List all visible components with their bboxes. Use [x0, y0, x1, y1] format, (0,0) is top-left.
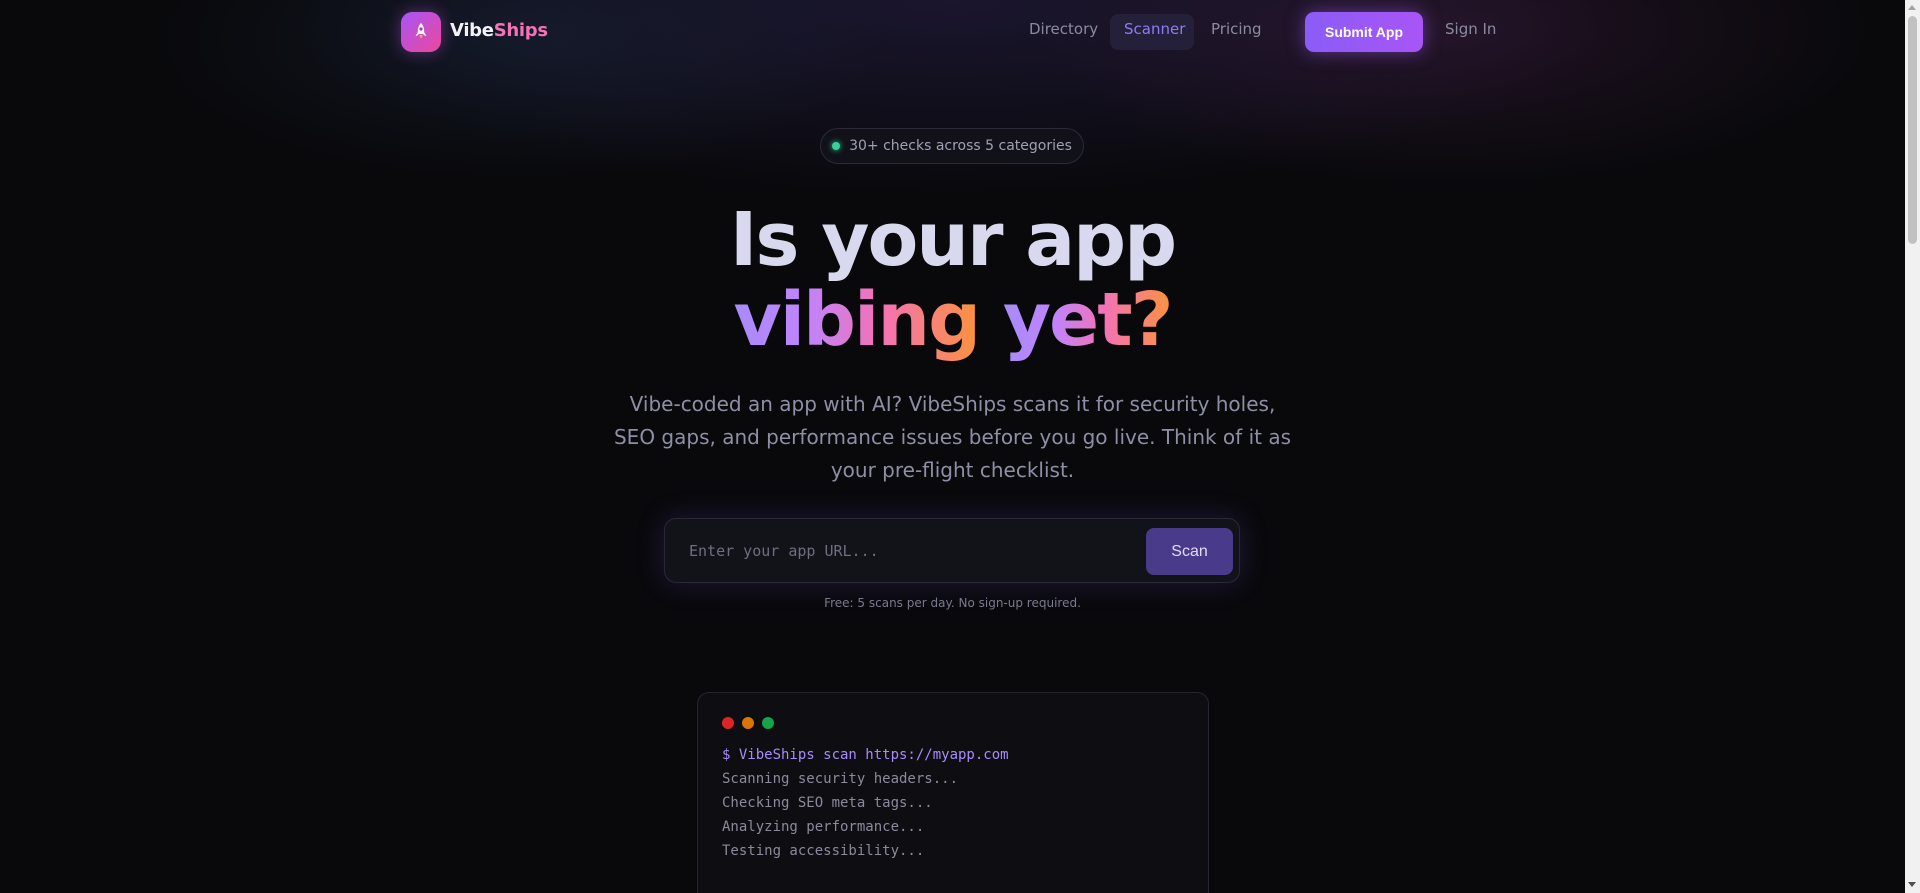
- scan-button[interactable]: Scan: [1146, 528, 1233, 575]
- terminal-line: Scanning security headers...: [722, 771, 959, 787]
- close-dot-icon: [722, 717, 734, 729]
- top-navigation: VibeShips Directory Scanner Pricing Subm…: [0, 0, 1905, 64]
- page-scrollbar[interactable]: [1905, 0, 1920, 893]
- terminal-preview: $ VibeShips scan https://myapp.com Scann…: [697, 692, 1209, 893]
- logo-badge[interactable]: [401, 12, 441, 52]
- nav-link-directory[interactable]: Directory: [1029, 20, 1098, 38]
- hero-title-line1: Is your app: [729, 197, 1177, 283]
- hero-title-vibing: vibing: [733, 277, 981, 363]
- hero-title-line2: vibing yet?: [0, 278, 1905, 362]
- scan-form: Scan: [664, 518, 1240, 583]
- brand-part-ships: Ships: [493, 20, 548, 41]
- scroll-up-arrow-icon[interactable]: [1908, 5, 1916, 10]
- brand-part-vibe: Vibe: [450, 20, 494, 41]
- terminal-line: Checking SEO meta tags...: [722, 795, 933, 811]
- scrollbar-thumb[interactable]: [1908, 16, 1917, 244]
- maximize-dot-icon: [762, 717, 774, 729]
- window-controls: [722, 717, 774, 729]
- brand-name[interactable]: VibeShips: [450, 20, 548, 41]
- hero-subtitle: Vibe-coded an app with AI? VibeShips sca…: [613, 392, 1291, 482]
- checks-badge: 30+ checks across 5 categories: [820, 128, 1084, 164]
- minimize-dot-icon: [742, 717, 754, 729]
- sign-in-link[interactable]: Sign In: [1445, 20, 1496, 38]
- terminal-line: Testing accessibility...: [722, 843, 925, 859]
- scroll-down-arrow-icon[interactable]: [1908, 882, 1916, 887]
- status-dot-icon: [832, 142, 841, 150]
- nav-link-pricing[interactable]: Pricing: [1211, 20, 1262, 38]
- rocket-icon: [415, 23, 427, 39]
- hero-title-yet: yet?: [1002, 277, 1174, 363]
- checks-badge-text: 30+ checks across 5 categories: [849, 138, 1072, 154]
- app-url-input[interactable]: [675, 527, 1115, 574]
- terminal-line: Analyzing performance...: [722, 819, 925, 835]
- nav-link-scanner[interactable]: Scanner: [1124, 20, 1185, 38]
- free-scans-note: Free: 5 scans per day. No sign-up requir…: [824, 596, 1081, 610]
- terminal-command: $ VibeShips scan https://myapp.com: [722, 747, 1009, 763]
- submit-app-button[interactable]: Submit App: [1305, 12, 1423, 52]
